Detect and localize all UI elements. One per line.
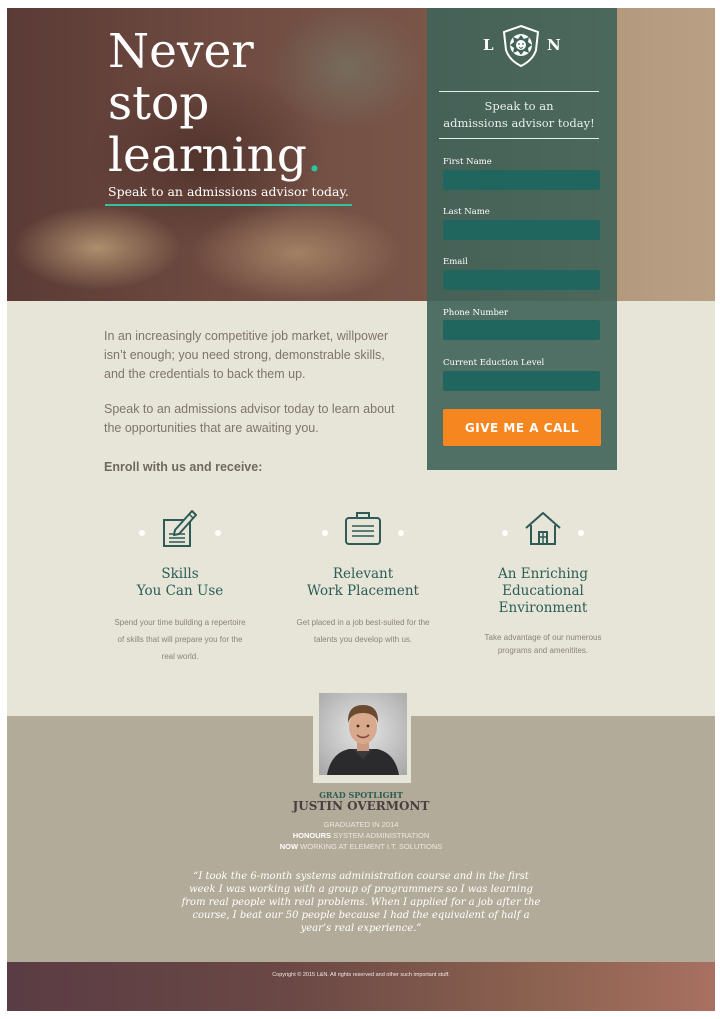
feature-title-line1: Skills (161, 566, 199, 582)
education-level-label: Current Eduction Level (443, 358, 545, 368)
grad-details: GRADUATED IN 2014 HONOURS SYSTEM ADMINIS… (211, 819, 511, 852)
form-heading-line2: admissions advisor today! (443, 116, 595, 130)
footer: Copyright © 2015 L&N. All rights reserve… (7, 962, 715, 1011)
honours-value: SYSTEM ADMINISTRATION (333, 831, 430, 840)
feature-title: Relevant Work Placement (288, 566, 438, 600)
enroll-heading: Enroll with us and receive: (104, 460, 263, 474)
intro-paragraph-1: In an increasingly competitive job marke… (104, 329, 389, 381)
hero-title-line3: learning (108, 128, 307, 183)
bullet-dot (578, 530, 584, 536)
hero-title-line1: Never (108, 24, 254, 79)
contact-form-panel: L N Speak to an admissions advisor today… (427, 8, 617, 470)
testimonial-quote: “I took the 6-month systems administrati… (181, 871, 541, 934)
briefcase-icon (345, 512, 381, 545)
grad-year: GRADUATED IN 2014 (323, 820, 399, 829)
email-label: Email (443, 257, 468, 267)
grad-photo-frame (313, 689, 411, 783)
first-name-field[interactable] (443, 170, 600, 190)
last-name-field[interactable] (443, 220, 600, 240)
brand-logo[interactable]: L N (427, 24, 617, 68)
email-field[interactable] (443, 270, 600, 290)
bullet-dot (139, 530, 145, 536)
bullet-dot (398, 530, 404, 536)
feature-title-line3: Environment (498, 600, 588, 616)
give-me-a-call-button[interactable]: GIVE ME A CALL (443, 409, 601, 446)
portrait-image (319, 693, 407, 775)
pencil-paper-icon (163, 510, 197, 547)
feature-title-line2: Educational (502, 583, 584, 599)
now-key: NOW (279, 842, 299, 851)
logo-letter-l: L (483, 36, 494, 54)
house-icon (525, 512, 561, 545)
grad-photo (319, 693, 407, 775)
feature-environment: An Enriching Educational Environment Tak… (468, 508, 618, 657)
feature-title-line2: You Can Use (136, 583, 224, 599)
bullet-dot (215, 530, 221, 536)
feature-description: Get placed in a job best-suited for the … (296, 618, 430, 644)
feature-title-line1: Relevant (332, 566, 394, 582)
feature-title-line1: An Enriching (498, 566, 588, 582)
first-name-label: First Name (443, 157, 492, 167)
feature-work-placement: Relevant Work Placement Get placed in a … (288, 508, 438, 648)
education-level-field[interactable] (443, 371, 600, 391)
form-heading: Speak to an admissions advisor today! (439, 91, 599, 139)
landing-page: Never stop learning. Speak to an admissi… (7, 8, 715, 1011)
grad-name: JUSTIN OVERMONT (292, 799, 430, 813)
form-heading-line1: Speak to an (484, 99, 554, 113)
bullet-dot (502, 530, 508, 536)
hero-subtitle: Speak to an admissions advisor today. (105, 180, 352, 206)
feature-description: Spend your time building a repertoire of… (114, 618, 246, 661)
hero-title: Never stop learning. (108, 26, 408, 182)
hero-title-dot: . (307, 128, 322, 183)
bullet-dot (322, 530, 328, 536)
now-value: WORKING AT ELEMENT I.T. SOLUTIONS (300, 842, 443, 851)
intro-paragraph-2: Speak to an admissions advisor today to … (104, 402, 395, 435)
intro-text: In an increasingly competitive job marke… (104, 327, 404, 454)
lion-shield-icon (502, 24, 540, 68)
last-name-label: Last Name (443, 207, 490, 217)
hero-title-line2: stop (108, 76, 210, 131)
honours-key: HONOURS (292, 831, 332, 840)
phone-field[interactable] (443, 320, 600, 340)
feature-title: Skills You Can Use (105, 566, 255, 600)
copyright-text: Copyright © 2015 L&N. All rights reserve… (272, 972, 450, 978)
feature-description: Take advantage of our numerous programs … (484, 633, 602, 655)
feature-skills: Skills You Can Use Spend your time build… (105, 508, 255, 665)
feature-title: An Enriching Educational Environment (468, 566, 618, 617)
logo-letter-n: N (547, 36, 561, 54)
feature-title-line2: Work Placement (307, 583, 419, 599)
phone-label: Phone Number (443, 308, 509, 318)
